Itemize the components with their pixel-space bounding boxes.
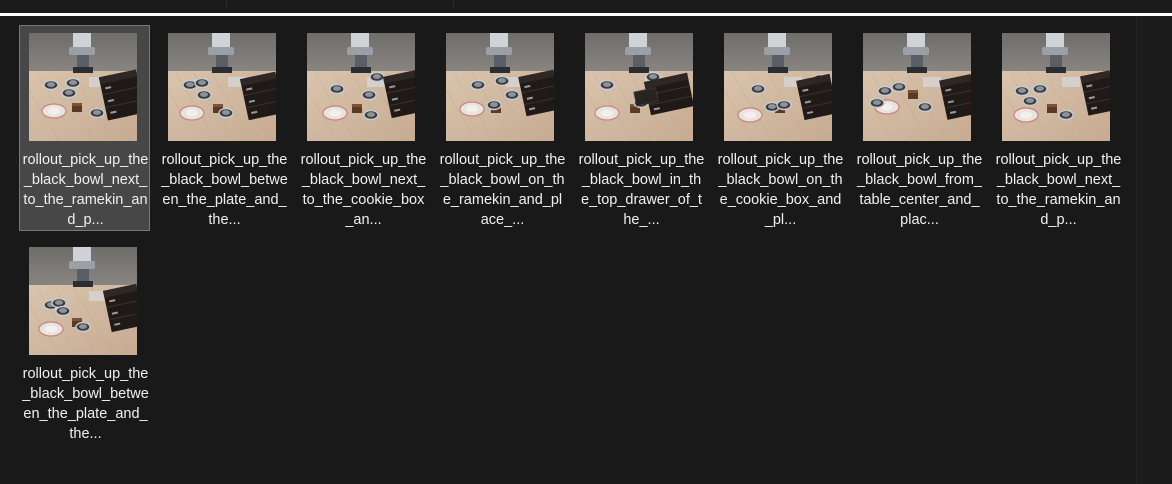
toolbar-strip	[0, 0, 1172, 13]
file-name-label: rollout_pick_up_the_black_bowl_in_the_to…	[578, 152, 705, 228]
video-thumbnail	[168, 33, 276, 141]
vertical-scrollbar[interactable]	[1136, 16, 1172, 484]
toolbar-divider	[453, 0, 454, 8]
video-thumbnail	[863, 33, 971, 141]
file-tile[interactable]: rollout_pick_up_the_black_bowl_on_the_co…	[714, 25, 845, 231]
file-tile[interactable]: rollout_pick_up_the_black_bowl_next_to_t…	[992, 25, 1123, 231]
video-thumbnail	[446, 33, 554, 141]
video-thumbnail	[1002, 33, 1110, 141]
file-name-label: rollout_pick_up_the_black_bowl_on_the_co…	[717, 152, 844, 228]
video-thumbnail	[724, 33, 832, 141]
file-tile[interactable]: rollout_pick_up_the_black_bowl_between_t…	[19, 239, 150, 445]
file-tile[interactable]: rollout_pick_up_the_black_bowl_in_the_to…	[575, 25, 706, 231]
file-name-label: rollout_pick_up_the_black_bowl_between_t…	[161, 152, 288, 228]
file-name-label: rollout_pick_up_the_black_bowl_next_to_t…	[22, 152, 149, 228]
file-name-label: rollout_pick_up_the_black_bowl_from_tabl…	[856, 152, 983, 228]
video-thumbnail	[29, 247, 137, 355]
file-tile[interactable]: rollout_pick_up_the_black_bowl_between_t…	[158, 25, 289, 231]
file-name-label: rollout_pick_up_the_black_bowl_on_the_ra…	[439, 152, 566, 228]
file-tile[interactable]: rollout_pick_up_the_black_bowl_from_tabl…	[853, 25, 984, 231]
file-name-label: rollout_pick_up_the_black_bowl_next_to_t…	[300, 152, 427, 228]
file-name-label: rollout_pick_up_the_black_bowl_next_to_t…	[995, 152, 1122, 228]
video-thumbnail	[29, 33, 137, 141]
file-tile[interactable]: rollout_pick_up_the_black_bowl_next_to_t…	[19, 25, 150, 231]
toolbar-divider	[226, 0, 227, 8]
file-tile[interactable]: rollout_pick_up_the_black_bowl_next_to_t…	[297, 25, 428, 231]
file-tile[interactable]: rollout_pick_up_the_black_bowl_on_the_ra…	[436, 25, 567, 231]
file-name-label: rollout_pick_up_the_black_bowl_between_t…	[22, 366, 149, 442]
video-thumbnail	[307, 33, 415, 141]
video-thumbnail	[585, 33, 693, 141]
file-view[interactable]: rollout_pick_up_the_black_bowl_next_to_t…	[0, 16, 1136, 484]
